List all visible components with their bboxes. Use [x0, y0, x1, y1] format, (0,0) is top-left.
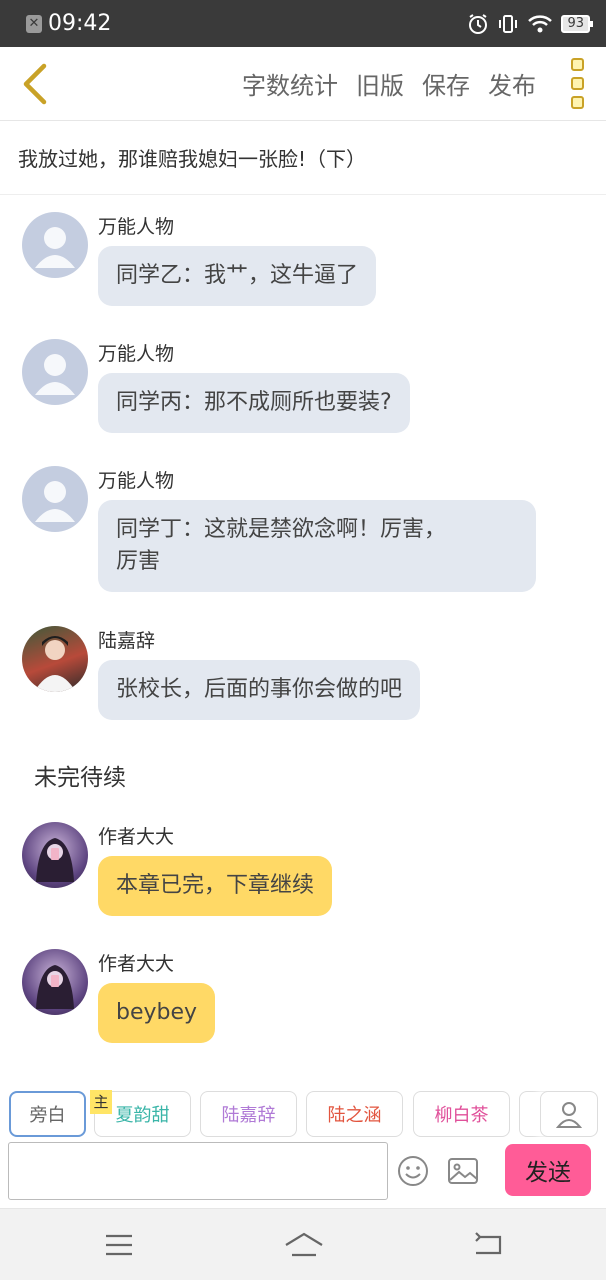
- chevron-left-icon: [23, 63, 47, 104]
- character-chip[interactable]: 陆嘉辞: [200, 1091, 297, 1137]
- old-version-button[interactable]: 旧版: [356, 66, 404, 101]
- notification-icon: ✕: [26, 14, 42, 33]
- message-bubble[interactable]: 同学丁：这就是禁欲念啊！厉害， 厉害: [98, 500, 536, 592]
- publish-button[interactable]: 发布: [488, 66, 536, 101]
- back-nav-button[interactable]: [468, 1227, 508, 1263]
- status-bar: ✕ 09:42 93: [0, 0, 606, 47]
- chat-list[interactable]: 万能人物 同学乙：我艹，这牛逼了 万能人物 同学丙：那不成厕所也要装? 万能人物…: [0, 196, 606, 1068]
- character-chip-narrator[interactable]: 旁白: [9, 1091, 86, 1137]
- more-dot-icon: [570, 96, 584, 109]
- image-button[interactable]: [446, 1154, 480, 1188]
- default-avatar-icon[interactable]: [22, 466, 88, 532]
- home-icon: [285, 1232, 323, 1257]
- emoji-button[interactable]: [396, 1154, 430, 1188]
- author-avatar-icon[interactable]: [22, 949, 88, 1015]
- character-avatar-icon[interactable]: [22, 626, 88, 692]
- toolbar-actions: 字数统计 旧版 保存 发布: [242, 66, 536, 101]
- main-character-badge: 主: [90, 1090, 112, 1114]
- author-avatar-icon[interactable]: [22, 822, 88, 888]
- editor-toolbar: 字数统计 旧版 保存 发布: [0, 47, 606, 121]
- back-button[interactable]: [0, 47, 70, 121]
- message-bubble[interactable]: 张校长，后面的事你会做的吧: [98, 660, 421, 720]
- default-avatar-icon[interactable]: [22, 339, 88, 405]
- message-bubble[interactable]: 本章已完，下章继续: [98, 856, 333, 916]
- sender-name: 作者大大: [98, 826, 175, 848]
- character-selector[interactable]: 旁白 夏韵甜 主 陆嘉辞 陆之涵 柳白茶: [0, 1082, 606, 1142]
- character-chip[interactable]: 陆之涵: [306, 1091, 403, 1137]
- sender-name: 作者大大: [98, 953, 175, 975]
- message-line: 同学丁：这就是禁欲念啊！厉害，: [116, 517, 447, 542]
- more-menu-button[interactable]: [548, 47, 606, 121]
- character-manage-button[interactable]: [540, 1091, 598, 1137]
- message-bubble[interactable]: 同学丙：那不成厕所也要装?: [98, 373, 410, 433]
- narration-text[interactable]: 未完待续: [34, 758, 126, 792]
- system-navigation-bar: [0, 1208, 606, 1280]
- message-line: 厉害: [116, 549, 161, 574]
- composer: 发送: [0, 1142, 606, 1204]
- smiley-icon: [398, 1156, 428, 1186]
- status-icons: 93: [467, 13, 593, 35]
- chapter-title[interactable]: 我放过她，那谁赔我媳妇一张脸!（下）: [0, 121, 606, 195]
- person-icon: [556, 1102, 582, 1128]
- alarm-icon: [469, 13, 488, 34]
- send-button[interactable]: 发送: [505, 1144, 591, 1196]
- sender-name: 万能人物: [98, 216, 175, 238]
- message-bubble[interactable]: beybey: [98, 983, 216, 1043]
- status-time: 09:42: [48, 11, 112, 36]
- menu-nav-button[interactable]: [99, 1227, 139, 1263]
- image-icon: [448, 1158, 478, 1184]
- message-bubble[interactable]: 同学乙：我艹，这牛逼了: [98, 246, 377, 306]
- vibrate-icon: [499, 14, 518, 33]
- return-icon: [475, 1232, 502, 1255]
- battery-indicator: 93: [561, 14, 593, 33]
- wifi-icon: [528, 14, 553, 32]
- more-dot-icon: [570, 58, 584, 71]
- sender-name: 陆嘉辞: [98, 630, 156, 652]
- word-count-button[interactable]: 字数统计: [242, 66, 338, 101]
- more-dot-icon: [570, 77, 584, 90]
- message-input[interactable]: [8, 1142, 388, 1200]
- home-nav-button[interactable]: [284, 1227, 324, 1263]
- character-chip[interactable]: 柳白茶: [413, 1091, 510, 1137]
- default-avatar-icon[interactable]: [22, 212, 88, 278]
- sender-name: 万能人物: [98, 470, 175, 492]
- save-button[interactable]: 保存: [422, 66, 470, 101]
- hamburger-icon: [106, 1234, 132, 1256]
- sender-name: 万能人物: [98, 343, 175, 365]
